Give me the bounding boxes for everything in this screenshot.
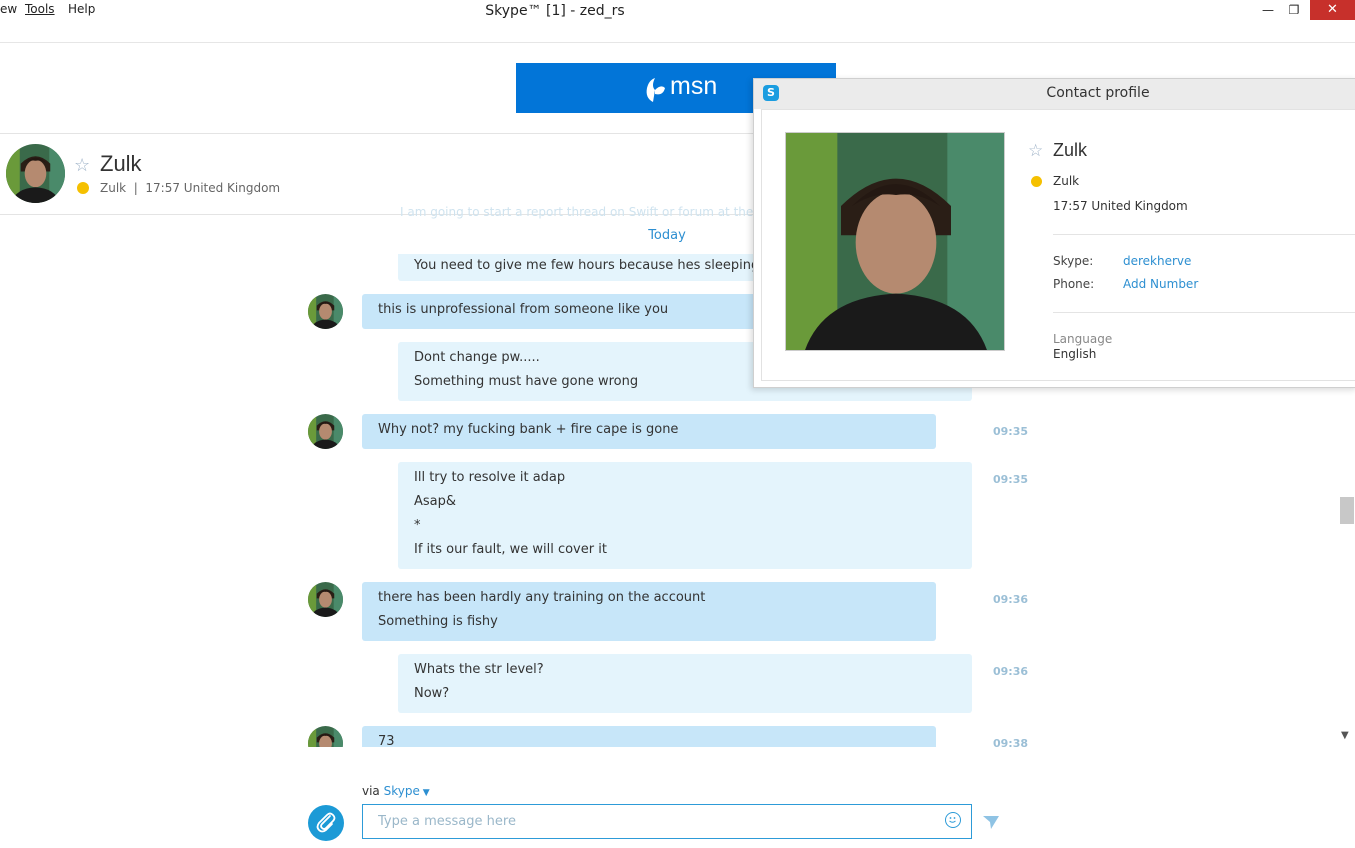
- message-text: Why not? my fucking bank + fire cape is …: [378, 422, 679, 437]
- profile-photo: [785, 132, 1005, 351]
- window-title: Skype™ [1] - zed_rs: [485, 3, 625, 19]
- skype-label: Skype:: [1053, 254, 1094, 268]
- message-timestamp: 09:36: [993, 665, 1029, 678]
- favorite-star-icon[interactable]: ☆: [1028, 141, 1043, 161]
- scroll-down-arrow-icon[interactable]: ▼: [1341, 730, 1349, 741]
- scrollbar-thumb[interactable]: [1340, 497, 1354, 524]
- message-avatar[interactable]: [308, 414, 343, 449]
- phone-label: Phone:: [1053, 277, 1095, 291]
- skype-name-link[interactable]: derekherve: [1123, 254, 1191, 268]
- divider: [1053, 234, 1355, 235]
- language-value: English: [1053, 347, 1097, 361]
- language-label: Language: [1053, 332, 1113, 346]
- message-input[interactable]: [362, 804, 972, 839]
- msn-butterfly-icon: [646, 78, 665, 102]
- attach-button[interactable]: [308, 805, 344, 841]
- menu-tools[interactable]: Tools: [25, 2, 55, 16]
- away-status-icon: [1031, 176, 1042, 187]
- menu-help-label: Help: [68, 2, 96, 16]
- via-service[interactable]: Skype: [384, 784, 420, 798]
- msn-logo-text: msn: [670, 72, 718, 100]
- paperclip-icon: [316, 812, 336, 833]
- outgoing-message[interactable]: Whats the str level? Now?: [398, 654, 972, 713]
- chat-clip: [300, 747, 1340, 777]
- skype-logo-icon: S: [763, 85, 779, 101]
- message-avatar[interactable]: [308, 582, 343, 617]
- message-text: there has been hardly any training on th…: [378, 590, 706, 605]
- emoticon-icon[interactable]: [945, 812, 961, 828]
- contact-profile-title: Contact profile: [1046, 85, 1150, 101]
- message-timestamp: 09:36: [993, 593, 1029, 606]
- maximize-button[interactable]: ❐: [1282, 0, 1306, 20]
- close-button[interactable]: ✕: [1310, 0, 1355, 20]
- contact-name[interactable]: Zulk: [100, 151, 142, 177]
- divider: [0, 133, 753, 134]
- message-text: Something is fishy: [378, 614, 498, 629]
- send-icon[interactable]: [982, 814, 1000, 830]
- message-timestamp: 09:35: [993, 473, 1029, 486]
- add-number-link[interactable]: Add Number: [1123, 277, 1198, 291]
- message-timestamp: 09:35: [993, 425, 1029, 438]
- divider: [1053, 312, 1355, 313]
- via-label: via: [362, 784, 380, 798]
- contact-avatar[interactable]: [6, 144, 65, 203]
- message-text: Asap&: [414, 494, 457, 509]
- incoming-message[interactable]: there has been hardly any training on th…: [362, 582, 936, 641]
- away-status-icon: [77, 182, 89, 194]
- menu-tools-label: Tools: [25, 2, 55, 16]
- minimize-button[interactable]: —: [1256, 0, 1280, 20]
- contact-status: Zulk | 17:57 United Kingdom: [100, 181, 281, 195]
- message-avatar[interactable]: [308, 294, 343, 329]
- profile-status: Zulk: [1053, 174, 1080, 188]
- incoming-message[interactable]: Why not? my fucking bank + fire cape is …: [362, 414, 936, 449]
- day-divider: Today: [648, 228, 686, 243]
- faded-message: I am going to start a report thread on S…: [400, 205, 754, 219]
- menu-bar: [0, 23, 1355, 43]
- profile-location: 17:57 United Kingdom: [1053, 199, 1188, 213]
- menu-help[interactable]: Help: [68, 2, 95, 16]
- message-text: Whats the str level?: [414, 662, 544, 677]
- profile-name: Zulk: [1053, 140, 1088, 160]
- menu-view[interactable]: ew: [0, 2, 17, 16]
- message-text: Ill try to resolve it adap: [414, 470, 566, 485]
- message-text: *: [414, 518, 421, 533]
- outgoing-message[interactable]: Ill try to resolve it adap Asap& * If its o…: [398, 462, 972, 569]
- message-text: If its our fault, we will cover it: [414, 542, 607, 557]
- favorite-star-icon[interactable]: ☆: [74, 155, 90, 176]
- via-selector[interactable]: via Skype ▼: [362, 784, 430, 798]
- message-text: Now?: [414, 686, 450, 701]
